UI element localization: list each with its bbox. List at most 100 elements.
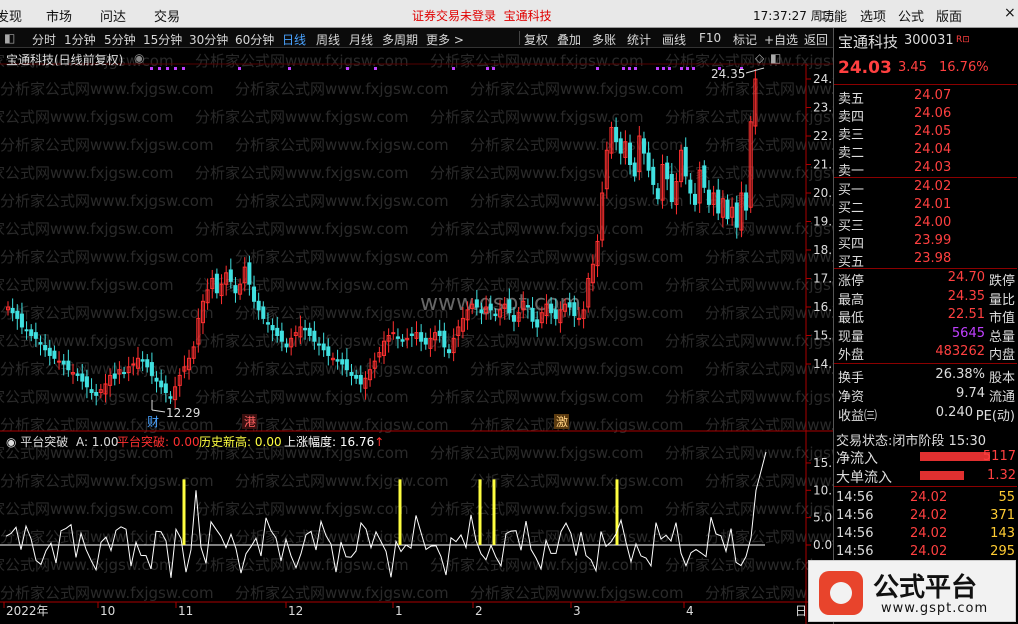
stat-value: 26.38% (935, 367, 985, 382)
settings-icon[interactable]: ◉ (134, 51, 144, 65)
watermark-text: 分析家公式网www.fxjgsw.com (195, 556, 409, 574)
overlay-button[interactable]: 叠加 (557, 31, 581, 48)
ask-label: 卖三 (838, 128, 865, 143)
indicator-y-label: 15.00 (813, 456, 833, 470)
ask-row[interactable]: 卖一 24.03 (834, 160, 1017, 179)
period-tab[interactable]: 1分钟 (64, 31, 96, 48)
candle-body (335, 359, 340, 362)
watermark-text: 分析家公式网www.fxjgsw.com (195, 388, 409, 406)
watermark-text: 分析家公式网www.fxjgsw.com (235, 192, 449, 210)
close-icon[interactable]: × (1004, 5, 1016, 21)
period-tab[interactable]: 60分钟 (235, 31, 274, 48)
toolbar-divider (519, 31, 520, 45)
period-tab[interactable]: 30分钟 (189, 31, 228, 48)
menu-market[interactable]: 市场 (46, 6, 72, 25)
event-marker: 激 (556, 415, 568, 429)
ask-row[interactable]: 卖二 24.04 (834, 142, 1017, 161)
signal-mark (346, 67, 349, 70)
candle-body (683, 146, 688, 177)
period-tab[interactable]: 分时 (32, 31, 56, 48)
watermark-text: 分析家公式网www.fxjgsw.com (470, 80, 684, 98)
menu-trade[interactable]: 交易 (154, 6, 180, 25)
trade-state: 交易状态:闭市阶段 15:30 (836, 434, 987, 449)
x-tick-label: 12 (288, 604, 303, 618)
tick-row: 14:56 24.02 143 (834, 526, 1017, 544)
divider (834, 363, 1017, 364)
candle-body (89, 389, 94, 393)
candle-body (94, 392, 99, 396)
bid-row[interactable]: 买二 24.01 (834, 197, 1017, 216)
multi-account-button[interactable]: 多账 (592, 31, 616, 48)
menu-wenda[interactable]: 问达 (100, 6, 126, 25)
x-tick-label: 2 (475, 604, 483, 618)
bid-row[interactable]: 买一 24.02 (834, 179, 1017, 198)
f10-button[interactable]: F10 (699, 31, 721, 45)
watermark-text: 分析家公式网www.fxjgsw.com (665, 444, 833, 462)
candle-body (275, 327, 280, 336)
bid-row[interactable]: 买四 23.99 (834, 233, 1017, 252)
logo-url: www.gspt.com (881, 601, 989, 616)
candle-body (163, 383, 168, 394)
candle-body (744, 192, 749, 211)
stat-label-2: 股本 (988, 371, 1015, 386)
statistics-button[interactable]: 统计 (627, 31, 651, 48)
menu-formula[interactable]: 公式 (898, 6, 924, 25)
candle-body (284, 343, 289, 348)
period-tab[interactable]: 多周期 (382, 31, 418, 48)
period-tab-daily[interactable]: 日线 (282, 31, 306, 48)
watermark-text: 分析家公式网www.fxjgsw.com (235, 304, 449, 322)
restore-rights-button[interactable]: 复权 (524, 31, 548, 48)
mark-button[interactable]: 标记 (733, 31, 757, 48)
menu-options[interactable]: 选项 (860, 6, 886, 25)
candle-body (47, 347, 52, 356)
stat-value: 5645 (951, 325, 985, 341)
login-status-alert[interactable]: 证券交易未登录 宝通科技 (412, 7, 552, 24)
stat-label: 现量 (838, 329, 865, 345)
ask-row[interactable]: 卖四 24.06 (834, 106, 1017, 125)
period-tab[interactable]: 月线 (349, 31, 373, 48)
ask-row[interactable]: 卖五 24.07 (834, 88, 1017, 107)
chart-area[interactable]: 分析家公式网www.fxjgsw.com 分析家公式网www.fxjgsw.com… (0, 48, 833, 624)
kline-caption: 宝通科技(日线前复权) (6, 53, 124, 67)
signal-mark (686, 67, 689, 70)
stat-row: 最高 24.35 量比 (834, 289, 1017, 308)
ask-price: 24.03 (914, 160, 952, 175)
menu-function[interactable]: 功能 (821, 6, 847, 25)
signal-mark (374, 67, 377, 70)
stat-label-2: 总量 (988, 329, 1015, 345)
panel-toggle-icon[interactable]: ◧ (770, 51, 781, 65)
draw-line-button[interactable]: 画线 (662, 31, 686, 48)
y-tick-label: 22.00 (813, 129, 833, 143)
ask-row[interactable]: 卖三 24.05 (834, 124, 1017, 143)
net-inflow-bar (920, 452, 990, 461)
menu-layout[interactable]: 版面 (936, 6, 962, 25)
stat-label-2: 市值 (988, 311, 1015, 326)
bid-row[interactable]: 买三 24.00 (834, 215, 1017, 234)
candle-body (474, 299, 479, 308)
alert-stock-name[interactable]: 宝通科技 (504, 9, 552, 23)
stat-row: 现量 5645 总量 (834, 325, 1017, 345)
period-tab[interactable]: 15分钟 (143, 31, 182, 48)
candle-body (344, 359, 349, 371)
ask-price: 24.04 (914, 142, 952, 157)
panel-toggle-icon[interactable]: ◧ (4, 31, 15, 45)
signal-mark (238, 67, 241, 70)
tick-price: 24.02 (910, 508, 948, 523)
candle-body (61, 360, 66, 365)
bid-row[interactable]: 买五 23.98 (834, 251, 1017, 270)
watermark-text: 分析家公式网www.fxjgsw.com (235, 584, 449, 602)
indicator-value-newhigh: 历史新高: 0.00 (199, 435, 282, 449)
candle-body (80, 373, 85, 382)
add-watchlist-button[interactable]: +自选 (764, 31, 798, 48)
signal-mark (166, 67, 169, 70)
menu-discover[interactable]: 发现 (0, 6, 22, 25)
candle-body (228, 269, 233, 282)
candle-body (19, 313, 24, 328)
stat-label-2: PE(动) (975, 409, 1015, 424)
more-periods-button[interactable]: 更多 > (426, 31, 464, 48)
period-tab[interactable]: 5分钟 (104, 31, 136, 48)
back-button[interactable]: 返回 (804, 31, 828, 48)
period-tab[interactable]: 周线 (316, 31, 340, 48)
candle-body (693, 193, 698, 205)
tick-time: 14:56 (836, 490, 874, 505)
